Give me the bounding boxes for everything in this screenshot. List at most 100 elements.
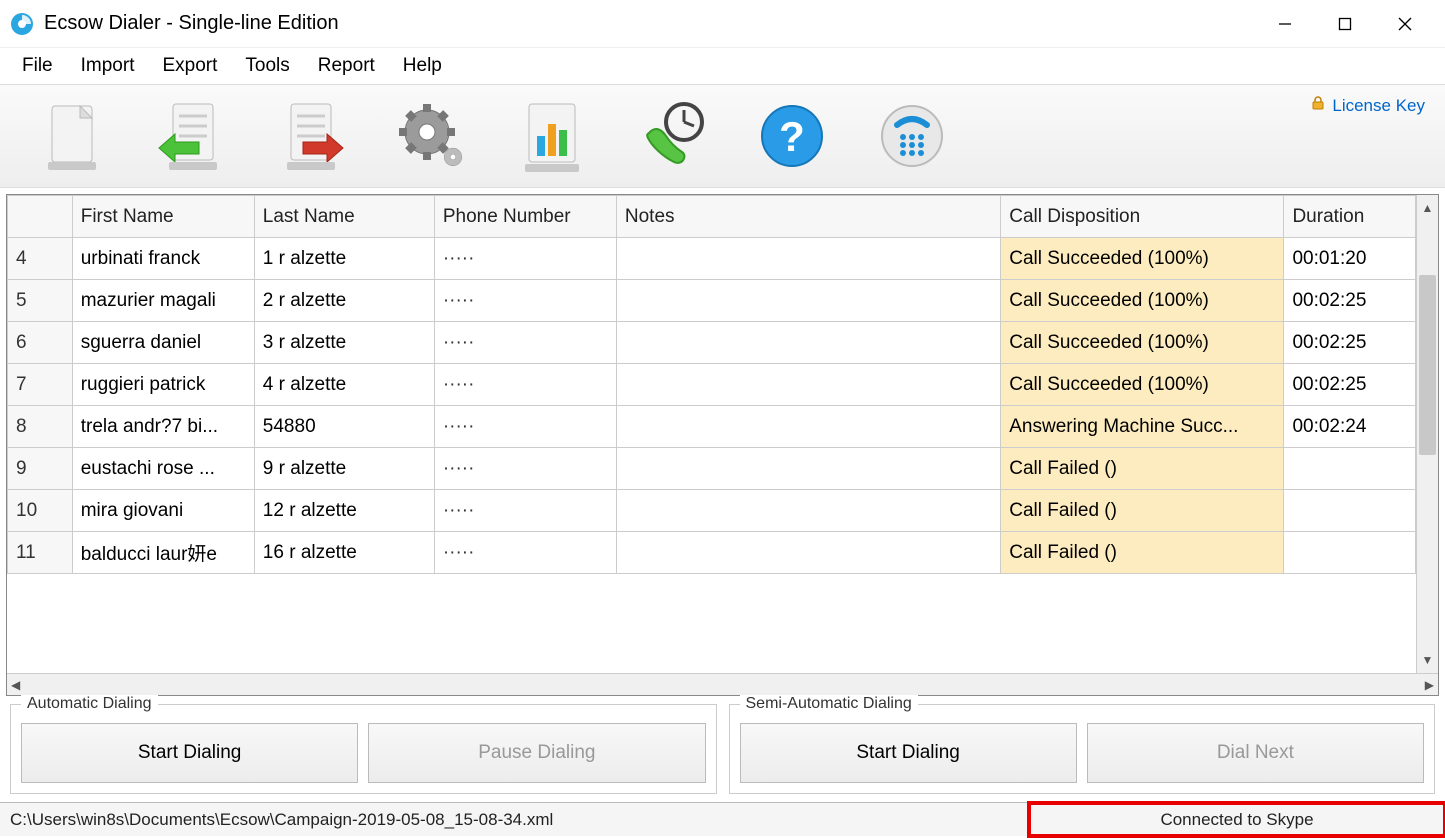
cell-duration[interactable] (1284, 532, 1416, 574)
table-row[interactable]: 4urbinati franck1 r alzette·····Call Suc… (8, 238, 1416, 280)
cell-phone[interactable]: ····· (434, 280, 616, 322)
minimize-button[interactable] (1255, 4, 1315, 44)
table-row[interactable]: 5mazurier magali2 r alzette·····Call Suc… (8, 280, 1416, 322)
menu-file[interactable]: File (8, 51, 67, 81)
cell-firstname[interactable]: ruggieri patrick (72, 364, 254, 406)
cell-disposition[interactable]: Call Succeeded (100%) (1001, 238, 1284, 280)
cell-duration[interactable]: 00:02:25 (1284, 280, 1416, 322)
cell-notes[interactable] (616, 280, 1000, 322)
cell-firstname[interactable]: balducci laur妍e (72, 532, 254, 574)
menu-report[interactable]: Report (304, 51, 389, 81)
cell-lastname[interactable]: 3 r alzette (254, 322, 434, 364)
cell-duration[interactable]: 00:02:24 (1284, 406, 1416, 448)
cell-duration[interactable]: 00:01:20 (1284, 238, 1416, 280)
dialpad-button[interactable] (872, 96, 952, 176)
import-button[interactable] (152, 96, 232, 176)
cell-phone[interactable]: ····· (434, 364, 616, 406)
cell-phone[interactable]: ····· (434, 406, 616, 448)
cell-disposition[interactable]: Call Failed () (1001, 532, 1284, 574)
menu-export[interactable]: Export (148, 51, 231, 81)
cell-notes[interactable] (616, 532, 1000, 574)
cell-lastname[interactable]: 16 r alzette (254, 532, 434, 574)
cell-firstname[interactable]: sguerra daniel (72, 322, 254, 364)
cell-lastname[interactable]: 54880 (254, 406, 434, 448)
close-button[interactable] (1375, 4, 1435, 44)
table-row[interactable]: 11balducci laur妍e16 r alzette·····Call F… (8, 532, 1416, 574)
settings-button[interactable] (392, 96, 472, 176)
maximize-button[interactable] (1315, 4, 1375, 44)
status-file-path: C:\Users\win8s\Documents\Ecsow\Campaign-… (0, 803, 1029, 836)
cell-duration[interactable]: 00:02:25 (1284, 364, 1416, 406)
cell-lastname[interactable]: 2 r alzette (254, 280, 434, 322)
start-dialing-button[interactable]: Start Dialing (21, 723, 358, 783)
cell-firstname[interactable]: mira giovani (72, 490, 254, 532)
cell-disposition[interactable]: Call Failed () (1001, 448, 1284, 490)
cell-duration[interactable] (1284, 448, 1416, 490)
column-header-firstname[interactable]: First Name (72, 196, 254, 238)
reports-button[interactable] (512, 96, 592, 176)
cell-notes[interactable] (616, 364, 1000, 406)
menu-tools[interactable]: Tools (231, 51, 303, 81)
cell-notes[interactable] (616, 322, 1000, 364)
scroll-up-icon[interactable]: ▲ (1417, 195, 1438, 221)
toolbar: ? License Key (0, 84, 1445, 188)
scroll-left-icon[interactable]: ◀ (11, 678, 20, 692)
help-button[interactable]: ? (752, 96, 832, 176)
column-header-disposition[interactable]: Call Disposition (1001, 196, 1284, 238)
cell-phone[interactable]: ····· (434, 532, 616, 574)
cell-notes[interactable] (616, 406, 1000, 448)
column-header-duration[interactable]: Duration (1284, 196, 1416, 238)
data-table[interactable]: First Name Last Name Phone Number Notes … (7, 195, 1416, 574)
table-row[interactable]: 6sguerra daniel3 r alzette····· Call Succ… (8, 322, 1416, 364)
cell-notes[interactable] (616, 448, 1000, 490)
lock-icon (1310, 95, 1326, 116)
cell-disposition[interactable]: Call Succeeded (100%) (1001, 364, 1284, 406)
column-header-phone[interactable]: Phone Number (434, 196, 616, 238)
vertical-scrollbar[interactable]: ▲ ▼ (1416, 195, 1438, 673)
license-key-link[interactable]: License Key (1310, 95, 1425, 116)
menu-import[interactable]: Import (67, 51, 149, 81)
scroll-down-icon[interactable]: ▼ (1417, 647, 1438, 673)
cell-duration[interactable]: 00:02:25 (1284, 322, 1416, 364)
table-row[interactable]: 7ruggieri patrick4 r alzette·····Call Su… (8, 364, 1416, 406)
statusbar: C:\Users\win8s\Documents\Ecsow\Campaign-… (0, 802, 1445, 836)
column-header-lastname[interactable]: Last Name (254, 196, 434, 238)
row-number: 6 (8, 322, 73, 364)
cell-notes[interactable] (616, 490, 1000, 532)
export-button[interactable] (272, 96, 352, 176)
cell-phone[interactable]: ····· (434, 322, 616, 364)
automatic-dialing-panel: Automatic Dialing Start Dialing Pause Di… (10, 704, 717, 794)
semi-start-dialing-button[interactable]: Start Dialing (740, 723, 1077, 783)
scroll-thumb[interactable] (1419, 275, 1436, 455)
scroll-right-icon[interactable]: ▶ (1425, 678, 1434, 692)
horizontal-scrollbar[interactable]: ◀ ▶ (7, 673, 1438, 695)
cell-firstname[interactable]: mazurier magali (72, 280, 254, 322)
column-header-rownum[interactable] (8, 196, 73, 238)
menu-help[interactable]: Help (389, 51, 456, 81)
pause-dialing-button[interactable]: Pause Dialing (368, 723, 705, 783)
table-row[interactable]: 9eustachi rose ...9 r alzette·····Call F… (8, 448, 1416, 490)
cell-phone[interactable]: ····· (434, 238, 616, 280)
cell-disposition[interactable]: Call Succeeded (100%) (1001, 322, 1284, 364)
cell-disposition[interactable]: Call Failed () (1001, 490, 1284, 532)
cell-lastname[interactable]: 4 r alzette (254, 364, 434, 406)
cell-disposition[interactable]: Call Succeeded (100%) (1001, 280, 1284, 322)
new-document-button[interactable] (32, 96, 112, 176)
cell-disposition[interactable]: Answering Machine Succ... (1001, 406, 1284, 448)
call-history-button[interactable] (632, 96, 712, 176)
cell-lastname[interactable]: 12 r alzette (254, 490, 434, 532)
cell-lastname[interactable]: 9 r alzette (254, 448, 434, 490)
cell-phone[interactable]: ····· (434, 490, 616, 532)
cell-notes[interactable] (616, 238, 1000, 280)
cell-firstname[interactable]: urbinati franck (72, 238, 254, 280)
cell-firstname[interactable]: eustachi rose ... (72, 448, 254, 490)
cell-firstname[interactable]: trela andr?7 bi... (72, 406, 254, 448)
column-header-notes[interactable]: Notes (616, 196, 1000, 238)
cell-phone[interactable]: ····· (434, 448, 616, 490)
table-row[interactable]: 10mira giovani12 r alzette·····Call Fail… (8, 490, 1416, 532)
cell-lastname[interactable]: 1 r alzette (254, 238, 434, 280)
window-title: Ecsow Dialer - Single-line Edition (44, 12, 1255, 35)
dial-next-button[interactable]: Dial Next (1087, 723, 1424, 783)
cell-duration[interactable] (1284, 490, 1416, 532)
table-row[interactable]: 8trela andr?7 bi...54880·····Answering M… (8, 406, 1416, 448)
